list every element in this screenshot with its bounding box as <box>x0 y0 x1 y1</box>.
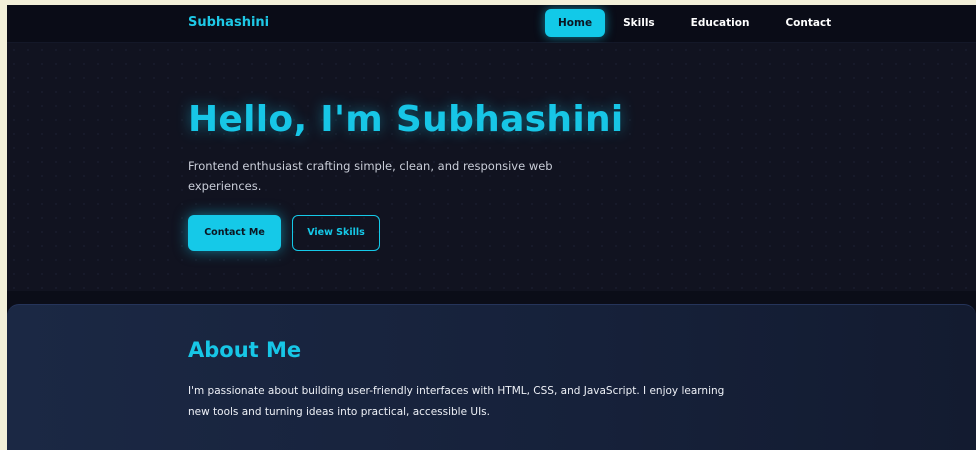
brand-logo[interactable]: Subhashini <box>188 15 269 30</box>
about-title: About Me <box>188 338 302 362</box>
top-navbar: Subhashini Home Skills Education Contact <box>7 5 976 43</box>
nav-link-education[interactable]: Education <box>673 9 768 37</box>
nav-link-contact[interactable]: Contact <box>767 9 849 37</box>
contact-me-button[interactable]: Contact Me <box>188 215 281 251</box>
browser-viewport: Subhashini Home Skills Education Contact… <box>7 5 976 450</box>
about-section: About Me I'm passionate about building u… <box>7 304 976 450</box>
hero-subtitle: Frontend enthusiast crafting simple, cle… <box>188 159 553 193</box>
nav-links: Home Skills Education Contact <box>545 9 849 37</box>
about-text: I'm passionate about building user-frien… <box>188 385 725 418</box>
nav-link-home[interactable]: Home <box>545 9 606 37</box>
hero-section: Hello, I'm Subhashini Frontend enthusias… <box>7 43 976 291</box>
hero-title: Hello, I'm Subhashini <box>188 99 624 140</box>
view-skills-button[interactable]: View Skills <box>292 215 380 251</box>
nav-link-skills[interactable]: Skills <box>605 9 673 37</box>
